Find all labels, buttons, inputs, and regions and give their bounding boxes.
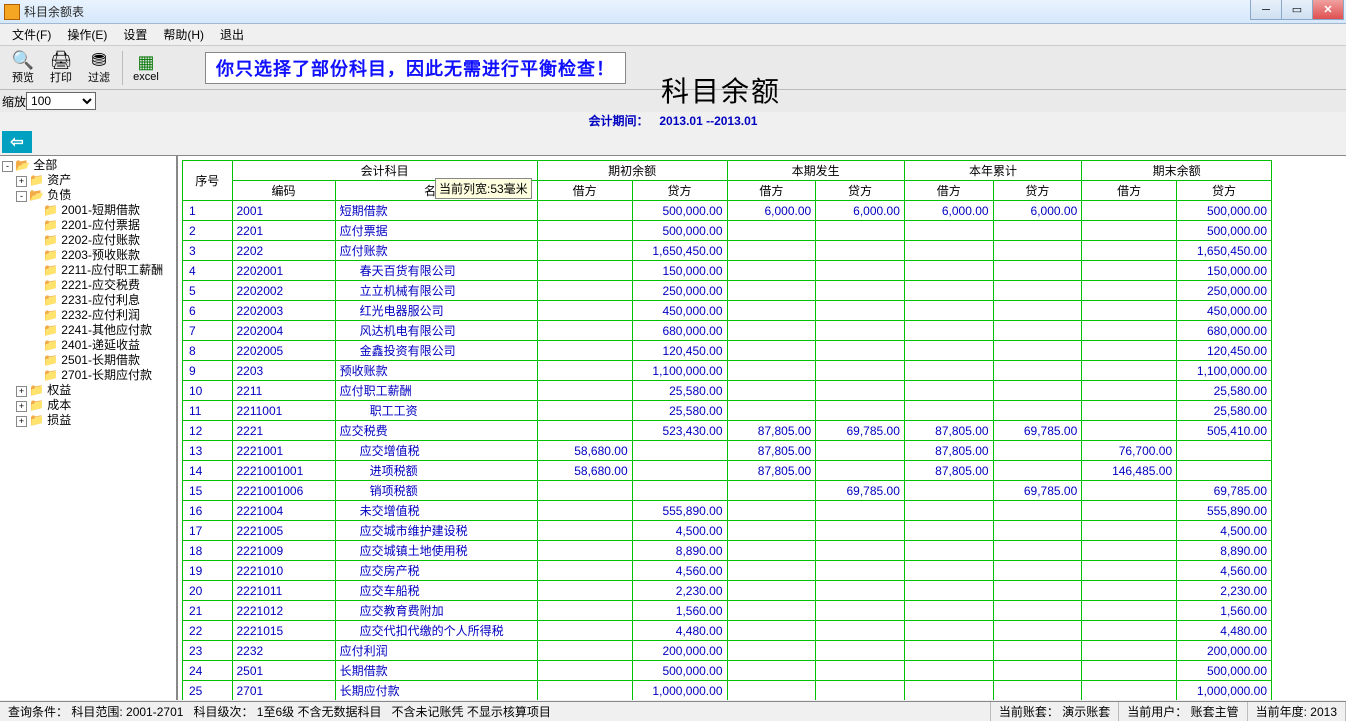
table-row[interactable]: 12001短期借款500,000.006,000.006,000.006,000…: [183, 201, 1272, 221]
zoom-select[interactable]: 100: [26, 92, 96, 110]
status-year-value: 2013: [1310, 705, 1337, 719]
print-icon: 🖨: [50, 51, 73, 69]
table-row[interactable]: 82202005 金鑫投资有限公司120,450.00120,450.00: [183, 341, 1272, 361]
tree-leaf[interactable]: 📁 2203-预收账款: [30, 248, 174, 263]
col-close-credit[interactable]: 贷方: [1177, 181, 1272, 201]
tree-leaf[interactable]: 📁 2241-其他应付款: [30, 323, 174, 338]
menu-exit[interactable]: 退出: [212, 26, 252, 43]
table-row[interactable]: 152221001006 销项税额69,785.0069,785.0069,78…: [183, 481, 1272, 501]
tree-leaf[interactable]: 📁 2501-长期借款: [30, 353, 174, 368]
close-button[interactable]: ✕: [1312, 0, 1344, 20]
col-cur-debit[interactable]: 借方: [727, 181, 816, 201]
preview-button[interactable]: 🔍预览: [4, 48, 42, 88]
zoom-row: 缩放 100 科目余额: [0, 90, 1346, 112]
tree-leaf[interactable]: 📁 2202-应付账款: [30, 233, 174, 248]
status-user-value: 账套主管: [1191, 703, 1239, 720]
excel-icon: ▦: [137, 53, 154, 71]
table-row[interactable]: 172221005 应交城市维护建设税4,500.004,500.00: [183, 521, 1272, 541]
table-row[interactable]: 62202003 红光电器服公司450,000.00450,000.00: [183, 301, 1272, 321]
menu-help[interactable]: 帮助(H): [155, 26, 212, 43]
table-row[interactable]: 122221应交税费523,430.0087,805.0069,785.0087…: [183, 421, 1272, 441]
tree-leaf[interactable]: 📁 2401-递延收益: [30, 338, 174, 353]
table-row[interactable]: 42202001 春天百货有限公司150,000.00150,000.00: [183, 261, 1272, 281]
period-label: 会计期间：: [589, 114, 649, 128]
table-row[interactable]: 132221001 应交增值税58,680.0087,805.0087,805.…: [183, 441, 1272, 461]
table-row[interactable]: 22201应付票据500,000.00500,000.00: [183, 221, 1272, 241]
status-flags: 不含未记账凭 不显示核算项目: [392, 703, 551, 720]
status-year-label: 当前年度:: [1256, 703, 1307, 720]
filter-icon: ⛃: [91, 51, 106, 69]
tree-leaf[interactable]: 📁 2221-应交税费: [30, 278, 174, 293]
table-row[interactable]: 52202002 立立机械有限公司250,000.00250,000.00: [183, 281, 1272, 301]
status-acctset-label: 当前账套：: [999, 703, 1059, 720]
column-width-tooltip: 当前列宽:53毫米: [435, 178, 532, 199]
balance-grid[interactable]: 序号 会计科目 期初余额 本期发生 本年累计 期末余额 编码 名称 借方 贷方 …: [178, 156, 1346, 700]
col-year-debit[interactable]: 借方: [904, 181, 993, 201]
table-row[interactable]: 92203预收账款1,100,000.001,100,000.00: [183, 361, 1272, 381]
tree-leaf[interactable]: 📁 2211-应付职工薪酬: [30, 263, 174, 278]
period-row: 会计期间： 2013.01 --2013.01: [0, 112, 1346, 129]
table-row[interactable]: 192221010 应交房产税4,560.004,560.00: [183, 561, 1272, 581]
tree-node[interactable]: +📁 权益: [16, 383, 174, 398]
col-closing[interactable]: 期末余额: [1082, 161, 1272, 181]
col-open-credit[interactable]: 贷方: [632, 181, 727, 201]
col-close-debit[interactable]: 借方: [1082, 181, 1177, 201]
tree-node[interactable]: +📁 资产: [16, 173, 174, 188]
menu-operate[interactable]: 操作(E): [59, 26, 115, 43]
window-title: 科目余额表: [24, 3, 84, 20]
maximize-button[interactable]: ▭: [1281, 0, 1313, 20]
status-query-label: 查询条件：: [8, 703, 68, 720]
document-title: 科目余额: [661, 70, 781, 110]
menu-settings[interactable]: 设置: [115, 26, 155, 43]
table-row[interactable]: 142221001001 进项税额58,680.0087,805.0087,80…: [183, 461, 1272, 481]
table-row[interactable]: 222221015 应交代扣代缴的个人所得税4,480.004,480.00: [183, 621, 1272, 641]
col-open-debit[interactable]: 借方: [537, 181, 632, 201]
account-tree[interactable]: -📂 全部+📁 资产-📂 负债📁 2001-短期借款📁 2201-应付票据📁 2…: [0, 156, 178, 700]
menu-file[interactable]: 文件(F): [4, 26, 59, 43]
col-opening[interactable]: 期初余额: [537, 161, 727, 181]
status-bar: 查询条件： 科目范围: 2001-2701 科目级次： 1至6级 不含无数据科目…: [0, 701, 1346, 721]
title-bar: 科目余额表 ─ ▭ ✕: [0, 0, 1346, 24]
table-row[interactable]: 102211应付职工薪酬25,580.0025,580.00: [183, 381, 1272, 401]
table-row[interactable]: 232232应付利润200,000.00200,000.00: [183, 641, 1272, 661]
tree-leaf[interactable]: 📁 2232-应付利润: [30, 308, 174, 323]
back-button[interactable]: ⇦: [2, 131, 32, 153]
tree-node[interactable]: -📂 负债📁 2001-短期借款📁 2201-应付票据📁 2202-应付账款📁 …: [16, 188, 174, 383]
status-user-label: 当前用户：: [1127, 703, 1187, 720]
print-button[interactable]: 🖨打印: [42, 48, 80, 88]
col-cur-credit[interactable]: 贷方: [816, 181, 905, 201]
app-icon: [4, 4, 20, 20]
col-year[interactable]: 本年累计: [904, 161, 1081, 181]
minimize-button[interactable]: ─: [1250, 0, 1282, 20]
table-row[interactable]: 162221004 未交增值税555,890.00555,890.00: [183, 501, 1272, 521]
tree-node[interactable]: +📁 成本: [16, 398, 174, 413]
col-current[interactable]: 本期发生: [727, 161, 904, 181]
table-row[interactable]: 32202应付账款1,650,450.001,650,450.00: [183, 241, 1272, 261]
table-row[interactable]: 182221009 应交城镇土地使用税8,890.008,890.00: [183, 541, 1272, 561]
table-row[interactable]: 112211001 职工工资25,580.0025,580.00: [183, 401, 1272, 421]
status-acctset-value: 演示账套: [1062, 703, 1110, 720]
tree-leaf[interactable]: 📁 2231-应付利息: [30, 293, 174, 308]
menu-bar: 文件(F) 操作(E) 设置 帮助(H) 退出: [0, 24, 1346, 46]
tree-leaf[interactable]: 📁 2701-长期应付款: [30, 368, 174, 383]
preview-icon: 🔍: [12, 51, 34, 69]
table-row[interactable]: 72202004 风达机电有限公司680,000.00680,000.00: [183, 321, 1272, 341]
status-level-label: 科目级次：: [193, 703, 253, 720]
period-value: 2013.01 --2013.01: [659, 114, 757, 128]
tree-leaf[interactable]: 📁 2001-短期借款: [30, 203, 174, 218]
table-row[interactable]: 252701长期应付款1,000,000.001,000,000.00: [183, 681, 1272, 701]
col-year-credit[interactable]: 贷方: [993, 181, 1082, 201]
table-row[interactable]: 202221011 应交车船税2,230.002,230.00: [183, 581, 1272, 601]
col-seq[interactable]: 序号: [183, 161, 233, 201]
tree-leaf[interactable]: 📁 2201-应付票据: [30, 218, 174, 233]
tree-node[interactable]: +📁 损益: [16, 413, 174, 428]
table-row[interactable]: 212221012 应交教育费附加1,560.001,560.00: [183, 601, 1272, 621]
col-code[interactable]: 编码: [232, 181, 335, 201]
zoom-label: 缩放: [2, 93, 26, 110]
table-row[interactable]: 242501长期借款500,000.00500,000.00: [183, 661, 1272, 681]
status-level-value: 1至6级 不含无数据科目: [257, 703, 382, 720]
status-range: 科目范围: 2001-2701: [71, 703, 183, 720]
